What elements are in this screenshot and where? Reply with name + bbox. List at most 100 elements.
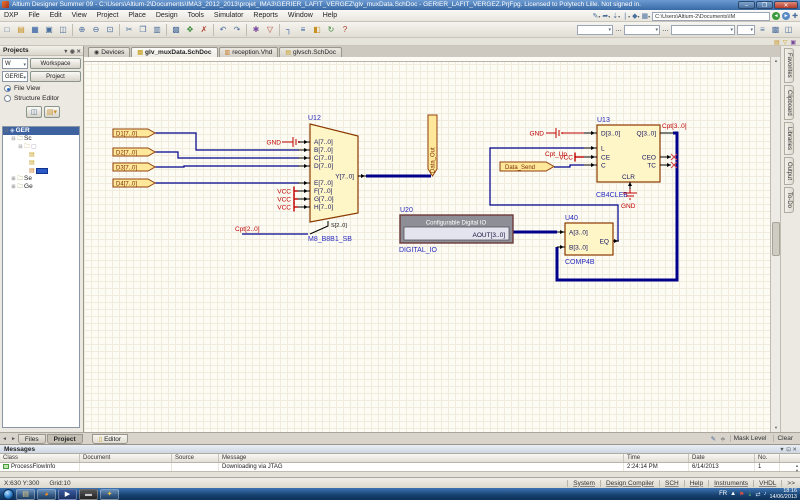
u40-part-name[interactable]: COMP4B — [565, 259, 595, 266]
tab-devices[interactable]: ◉Devices — [88, 47, 130, 57]
tab-favorites[interactable]: Favorites — [784, 48, 794, 83]
tab-files[interactable]: Files — [18, 434, 46, 444]
zoom-in-icon[interactable]: ⊕ — [76, 23, 89, 36]
panel-close-icon[interactable]: ✕ — [76, 49, 81, 55]
tab-scroll-left-icon[interactable]: ◄ — [0, 436, 9, 442]
status-vhdl[interactable]: VHDL — [753, 480, 781, 487]
anchor-icon[interactable]: ✚ — [792, 12, 798, 20]
menu-view[interactable]: View — [68, 10, 91, 22]
messages-menu-icon[interactable]: ▼ — [779, 447, 784, 453]
menu-design[interactable]: Design — [152, 10, 182, 22]
filter-funnel-icon[interactable]: ▽ — [783, 39, 788, 46]
new-icon[interactable]: □ — [1, 23, 14, 36]
tab-clipboard[interactable]: Clipboard — [784, 85, 794, 121]
find-icon[interactable]: ✱ — [250, 23, 263, 36]
tab-glv-muxdata[interactable]: ▤glv_muxData.SchDoc — [131, 47, 217, 57]
scroll-up-icon[interactable]: ▲ — [772, 57, 780, 65]
tab-output[interactable]: Output — [784, 157, 794, 185]
start-button[interactable] — [3, 489, 14, 500]
copy-icon[interactable]: ❐ — [137, 23, 150, 36]
panel-menu-icon[interactable]: ▼ — [63, 49, 68, 55]
device-combo[interactable] — [671, 25, 735, 35]
preview-icon[interactable]: ◫ — [57, 23, 70, 36]
menu-edit[interactable]: Edit — [46, 10, 66, 22]
tree-item-se[interactable]: ⊞🗀Se — [3, 175, 79, 183]
refresh-icon[interactable]: ↻ — [325, 23, 338, 36]
tray-update-icon[interactable]: ⇣ — [747, 491, 752, 498]
u12-part-name[interactable]: M8_B8B1_SB — [308, 236, 352, 243]
folder-add-icon[interactable]: ▤ — [774, 39, 780, 46]
u40-designator[interactable]: U40 — [565, 215, 578, 222]
panel-icon[interactable]: ▣ — [790, 39, 796, 46]
taskbar-media-icon[interactable]: ▶ — [58, 489, 77, 500]
status-more[interactable]: >> — [781, 480, 800, 487]
tab-glvsch[interactable]: ▤glvsch.SchDoc — [279, 47, 342, 57]
undo-icon[interactable]: ↶ — [217, 23, 230, 36]
u20-designator[interactable]: U20 — [400, 207, 413, 214]
mask-level-button[interactable]: Mask Level — [730, 435, 770, 442]
col-source[interactable]: Source — [172, 454, 219, 462]
component-u20[interactable]: U20 Configurable Digital IO AOUT[3..0] D… — [399, 207, 513, 254]
taskbar-paint-icon[interactable]: ✦ — [100, 489, 119, 500]
menu-reports[interactable]: Reports — [249, 10, 282, 22]
part-icon[interactable]: ◧ — [311, 23, 324, 36]
scrollbar-thumb[interactable] — [772, 222, 780, 256]
bus-icon[interactable]: ≡ — [297, 23, 310, 36]
message-row[interactable]: ProcessFlowInfo Downloading via JTAG 2:2… — [0, 463, 800, 471]
maximize-button[interactable]: ❐ — [756, 1, 773, 9]
address-combo[interactable]: C:\Users\Altium-2\Documents\IM — [652, 12, 770, 21]
status-design-compiler[interactable]: Design Compiler — [600, 480, 659, 487]
panel-pin-icon[interactable]: ◉ — [70, 49, 75, 55]
menu-simulator[interactable]: Simulator — [210, 10, 248, 22]
tree-item-doc-2[interactable]: ▤ — [3, 159, 79, 167]
taskbar-firefox-icon[interactable]: ◕ — [37, 489, 56, 500]
tree-item-root[interactable]: ⊟◈GER — [3, 127, 79, 135]
wire-datasend-c[interactable] — [554, 165, 584, 167]
help-icon[interactable]: ? — [339, 23, 352, 36]
messages-row-scroll-icons[interactable]: ▲▼ — [795, 463, 799, 473]
menu-place[interactable]: Place — [124, 10, 150, 22]
tree-item-sc[interactable]: ⊟🗀Sc — [3, 135, 79, 143]
tab-editor[interactable]: ▯ Editor — [92, 434, 128, 444]
port-data-out[interactable]: Data_Out — [428, 115, 437, 176]
gnd-u12-a[interactable]: GND — [267, 137, 299, 147]
menu-file[interactable]: File — [24, 10, 43, 22]
u12-designator[interactable]: U12 — [308, 115, 321, 122]
back-icon[interactable]: ◄ — [772, 12, 780, 20]
paste-icon[interactable]: ▥ — [151, 23, 164, 36]
status-sch[interactable]: SCH — [659, 480, 684, 487]
tray-volume-icon[interactable]: ♪ — [763, 491, 766, 497]
scroll-down-icon[interactable]: ▼ — [772, 424, 780, 432]
menu-dxp[interactable]: DXP — [0, 10, 22, 22]
close-button[interactable]: ✕ — [774, 1, 798, 9]
open-icon[interactable]: ▤ — [15, 23, 28, 36]
structure-editor-radio[interactable]: Structure Editor — [0, 92, 83, 102]
col-time[interactable]: Time — [624, 454, 689, 462]
mask-preview-icon[interactable]: ≑ — [720, 435, 725, 443]
tray-expand-icon[interactable]: ▲ — [730, 491, 736, 497]
project-button[interactable]: Project — [30, 71, 81, 82]
language-indicator[interactable]: FR — [719, 491, 727, 497]
messages-dock-icon[interactable]: ⊡ — [786, 447, 791, 453]
tree-item-ge[interactable]: ⊞🗀Ge — [3, 183, 79, 191]
workspace-combo[interactable]: W — [2, 58, 28, 69]
status-instruments[interactable]: Instruments — [708, 480, 753, 487]
scale-combo[interactable] — [737, 25, 755, 35]
taskbar-explorer-icon[interactable]: ▤ — [16, 489, 35, 500]
wire-icon[interactable]: ┐ — [283, 23, 296, 36]
tab-libraries[interactable]: Libraries — [784, 122, 794, 155]
export-icon[interactable]: ➦▾ — [602, 12, 610, 20]
taskbar-clock[interactable]: 18:16 14/06/2013 — [769, 488, 797, 500]
tray-flag-icon[interactable]: ⚑ — [739, 491, 744, 498]
tray-network-icon[interactable]: ⇄ — [755, 491, 760, 498]
component-u40[interactable]: U40 COMP4B A[3..0] B[3..0] EQ — [557, 215, 619, 266]
col-date[interactable]: Date — [689, 454, 755, 462]
pencil-icon[interactable]: ✎ — [711, 435, 716, 443]
download-icon[interactable]: ⇣▾ — [612, 12, 620, 20]
menu-tools[interactable]: Tools — [184, 10, 208, 22]
col-document[interactable]: Document — [80, 454, 172, 462]
tab-reception-vhd[interactable]: ▥reception.Vhd — [219, 47, 279, 57]
gnd-u13-d[interactable]: GND — [530, 128, 584, 138]
vcc-u12[interactable]: VCC VCC VCC — [277, 187, 298, 212]
wire-d2-c[interactable] — [155, 152, 299, 158]
